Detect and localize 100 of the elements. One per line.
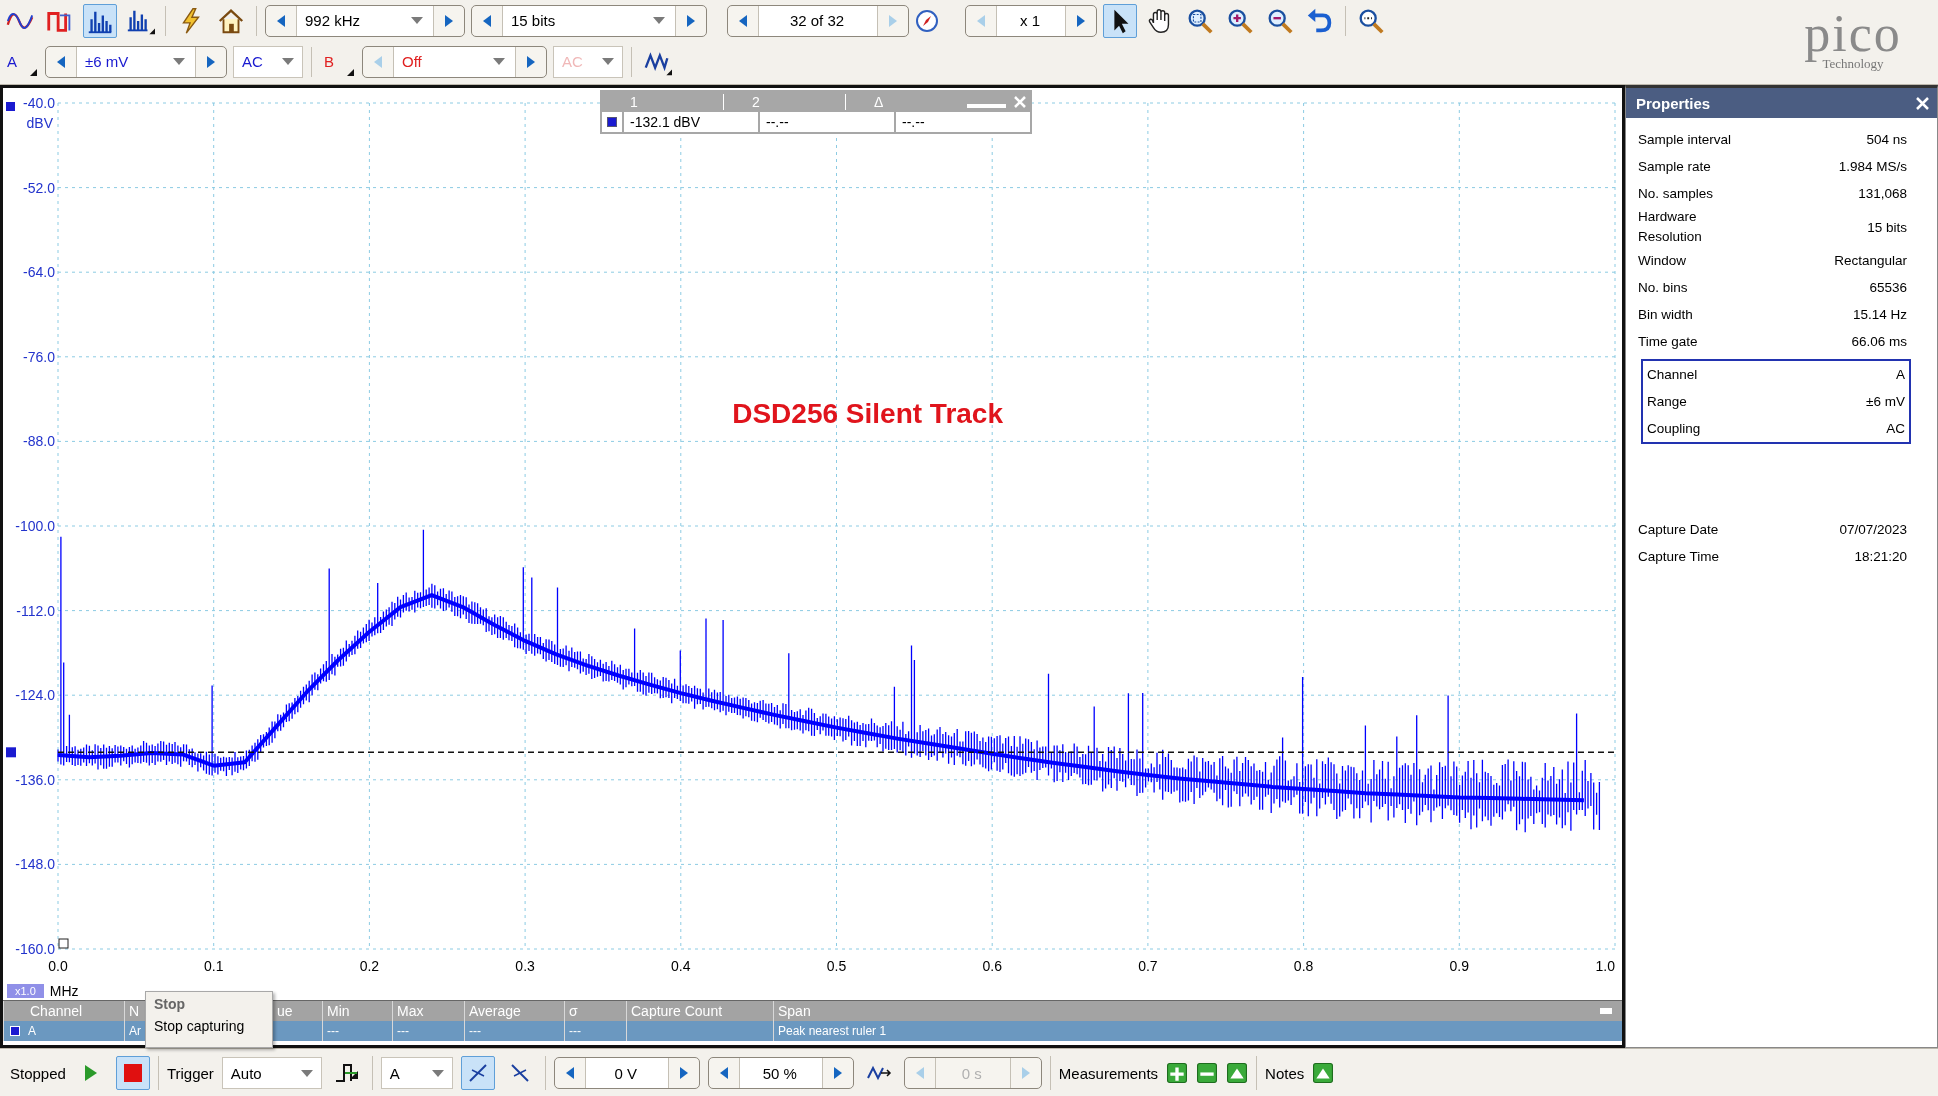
property-label: Coupling (1647, 419, 1702, 438)
range-dropdown[interactable]: ±6 mV (76, 46, 196, 77)
caret-icon (431, 1069, 444, 1077)
x-axis-unit: MHz (49, 982, 79, 999)
spin-box[interactable]: Off (362, 45, 547, 78)
left-triangle-icon (565, 1067, 574, 1079)
axis-scale-icon[interactable] (58, 938, 69, 949)
ruler-value: --.-- (902, 114, 925, 130)
caret-icon (173, 58, 185, 65)
y-tick-label: -148.0 (15, 856, 55, 873)
property-value: Rectangular (1834, 253, 1907, 268)
corner-triangle-icon (30, 68, 37, 76)
property-value: 66.06 ms (1851, 334, 1907, 349)
caret-icon (602, 58, 614, 65)
spin-box[interactable]: 992 kHz (265, 4, 465, 37)
property-value: ±6 mV (1866, 394, 1905, 409)
ruler-line[interactable] (6, 747, 1616, 758)
right-triangle-icon (687, 14, 695, 27)
right-triangle-icon (1021, 1067, 1030, 1079)
left-triangle-icon (277, 14, 285, 27)
x-tick-label: 0.5 (826, 958, 847, 974)
channel-button[interactable]: B (320, 45, 356, 78)
compass-icon[interactable] (915, 8, 939, 33)
trigger-source-dropdown[interactable]: A (380, 1057, 453, 1089)
property-label: Hardware Resolution (1638, 208, 1703, 246)
edit-measurement-button[interactable] (1226, 1062, 1249, 1084)
x-tick-label: 0.8 (1293, 958, 1314, 974)
right-triangle-icon (679, 1067, 688, 1079)
corner-triangle-icon (347, 68, 354, 76)
property-label: Capture Date (1638, 520, 1720, 539)
channel-button[interactable]: A (3, 45, 39, 78)
close-icon[interactable] (1916, 96, 1929, 110)
property-value: A (1896, 367, 1905, 382)
minus-icon (1197, 1063, 1218, 1083)
axis-marker-icon[interactable] (6, 102, 15, 111)
y-axis-unit: dBV (26, 115, 53, 131)
left-triangle-icon (374, 55, 382, 68)
right-triangle-icon (207, 55, 215, 68)
pointer-button[interactable] (1103, 3, 1137, 38)
remove-measurement-button[interactable] (1196, 1062, 1219, 1084)
property-label: Capture Time (1638, 547, 1721, 566)
coupling-dropdown[interactable]: AC (233, 45, 303, 78)
status-text: Stopped (10, 1064, 66, 1082)
resolution-dropdown[interactable]: 15 bits (502, 5, 676, 36)
y-tick-label: -40.0 (23, 95, 55, 111)
pretrigger-field[interactable]: 50 % (738, 1058, 823, 1088)
table-cell: --- (397, 1024, 409, 1038)
caret-icon (300, 1069, 313, 1077)
measurements-label: Measurements (1058, 1064, 1159, 1082)
zoom-field[interactable]: x 1 (996, 5, 1066, 36)
trigger-label: Trigger (166, 1064, 214, 1082)
property-value: 65536 (1869, 280, 1907, 295)
property-label: Range (1647, 392, 1688, 411)
spin-box[interactable]: 15 bits (471, 4, 707, 37)
property-label: Sample interval (1638, 130, 1733, 149)
left-triangle-icon (57, 55, 65, 68)
x-tick-label: 0.1 (203, 958, 224, 974)
tooltip-text: Stop capturing (154, 1018, 246, 1034)
play-icon (84, 1065, 97, 1081)
property-value: 07/07/2023 (1839, 522, 1907, 537)
column-header: 2 (723, 94, 845, 110)
property-value: 18:21:20 (1854, 549, 1907, 564)
frequency-dropdown[interactable]: 992 kHz (296, 5, 434, 36)
notes-label: Notes (1265, 1064, 1305, 1082)
y-tick-label: -100.0 (15, 518, 55, 534)
spin-box[interactable]: 50 % (707, 1057, 854, 1089)
property-value: 15 bits (1867, 219, 1907, 235)
y-tick-label: -160.0 (15, 941, 55, 957)
ruler-value: -132.1 dBV (630, 114, 701, 130)
panel-title: Properties (1636, 94, 1711, 112)
buffer-field[interactable]: 32 of 32 (758, 5, 878, 36)
property-label: No. samples (1638, 184, 1715, 203)
spin-box[interactable]: x 1 (965, 4, 1097, 37)
spectrum-button[interactable] (83, 3, 117, 38)
stop-button[interactable] (115, 1056, 150, 1090)
spin-box[interactable]: 32 of 32 (727, 4, 909, 37)
x-tick-label: 0.7 (1138, 958, 1158, 974)
spin-box[interactable]: ±6 mV (45, 45, 227, 78)
property-label: No. bins (1638, 278, 1689, 297)
add-measurement-button[interactable] (1166, 1062, 1189, 1084)
spin-box[interactable]: 0 V (553, 1057, 700, 1089)
x-tick-label: 0.9 (1449, 958, 1470, 974)
table-cell: --- (469, 1024, 481, 1038)
y-tick-label: -136.0 (15, 771, 55, 788)
trigger-mode-dropdown[interactable]: Auto (221, 1057, 322, 1089)
logo: pico Technology (1803, 4, 1903, 73)
left-triangle-icon (915, 1067, 924, 1079)
y-tick-label: -88.0 (23, 433, 55, 450)
rising-edge-button[interactable] (460, 1056, 495, 1090)
table-cell: --- (327, 1024, 339, 1038)
threshold-field[interactable]: 0 V (584, 1058, 669, 1088)
range-dropdown[interactable]: Off (393, 46, 516, 77)
chart-annotation: DSD256 Silent Track (732, 398, 1004, 430)
property-value: 15.14 Hz (1852, 307, 1907, 322)
property-value: 1.984 MS/s (1838, 159, 1907, 174)
property-value: 131,068 (1858, 186, 1907, 201)
table-cell: Peak nearest ruler 1 (778, 1024, 887, 1038)
y-tick-label: -52.0 (23, 179, 55, 196)
notes-button[interactable] (1312, 1062, 1335, 1084)
stop-icon (123, 1064, 142, 1082)
